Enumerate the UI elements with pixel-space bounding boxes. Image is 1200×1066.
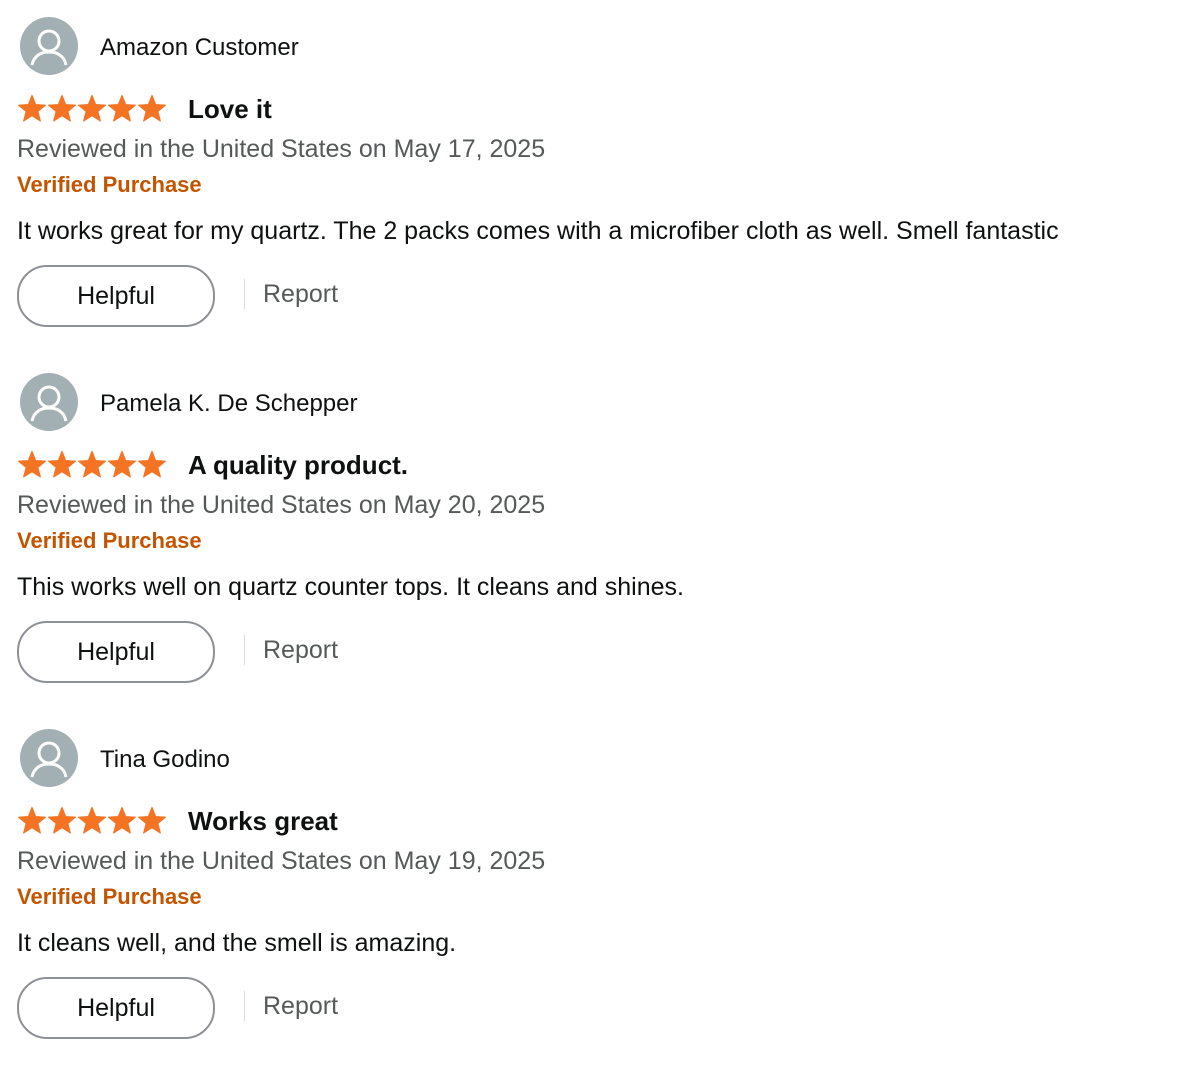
star-icon <box>78 806 106 834</box>
review-title[interactable]: Works great <box>188 804 338 838</box>
star-icon <box>108 450 136 478</box>
review-card: Tina Godino Works great Reviewed in the … <box>17 729 1192 1041</box>
review-title-row[interactable]: Works great <box>17 804 1192 842</box>
review-body: It cleans well, and the smell is amazing… <box>17 929 457 957</box>
review-date: Reviewed in the United States on May 20,… <box>17 491 546 519</box>
reviewer-profile[interactable]: Amazon Customer <box>17 17 1192 77</box>
verified-purchase-badge[interactable]: Verified Purchase <box>17 882 1192 912</box>
report-link[interactable]: Report <box>263 989 338 1023</box>
review-actions: Helpful Report <box>17 621 1192 685</box>
star-icon <box>138 806 166 834</box>
helpful-button[interactable]: Helpful <box>17 977 215 1039</box>
review-date: Reviewed in the United States on May 19,… <box>17 847 546 875</box>
star-rating[interactable] <box>17 450 167 480</box>
avatar-icon <box>20 373 78 431</box>
reviewer-name[interactable]: Amazon Customer <box>100 33 299 63</box>
star-rating[interactable] <box>17 94 167 124</box>
reviewer-name[interactable]: Tina Godino <box>100 745 230 775</box>
helpful-button[interactable]: Helpful <box>17 621 215 683</box>
review-card: Pamela K. De Schepper A quality product.… <box>17 373 1192 685</box>
star-icon <box>18 806 46 834</box>
review-title-row[interactable]: A quality product. <box>17 448 1192 486</box>
avatar-icon <box>20 17 78 75</box>
star-icon <box>48 94 76 122</box>
star-icon <box>108 94 136 122</box>
star-icon <box>18 450 46 478</box>
review-body: It works great for my quartz. The 2 pack… <box>17 217 1059 245</box>
report-link[interactable]: Report <box>263 277 338 311</box>
star-icon <box>108 806 136 834</box>
star-icon <box>18 94 46 122</box>
review-actions: Helpful Report <box>17 265 1192 329</box>
star-icon <box>78 94 106 122</box>
star-icon <box>138 94 166 122</box>
star-icon <box>48 450 76 478</box>
star-icon <box>138 450 166 478</box>
reviewer-profile[interactable]: Tina Godino <box>17 729 1192 789</box>
helpful-button[interactable]: Helpful <box>17 265 215 327</box>
divider <box>244 279 245 309</box>
divider <box>244 991 245 1021</box>
review-card: Amazon Customer Love it Reviewed in the … <box>17 17 1192 329</box>
star-rating[interactable] <box>17 806 167 836</box>
reviewer-profile[interactable]: Pamela K. De Schepper <box>17 373 1192 433</box>
report-link[interactable]: Report <box>263 633 338 667</box>
divider <box>244 635 245 665</box>
star-icon <box>78 450 106 478</box>
review-date: Reviewed in the United States on May 17,… <box>17 135 546 163</box>
verified-purchase-badge[interactable]: Verified Purchase <box>17 526 1192 556</box>
review-title[interactable]: Love it <box>188 92 272 126</box>
reviewer-name[interactable]: Pamela K. De Schepper <box>100 389 357 419</box>
review-title[interactable]: A quality product. <box>188 448 408 482</box>
review-actions: Helpful Report <box>17 977 1192 1041</box>
review-title-row[interactable]: Love it <box>17 92 1192 130</box>
avatar-icon <box>20 729 78 787</box>
star-icon <box>48 806 76 834</box>
verified-purchase-badge[interactable]: Verified Purchase <box>17 170 1192 200</box>
review-body: This works well on quartz counter tops. … <box>17 573 684 601</box>
